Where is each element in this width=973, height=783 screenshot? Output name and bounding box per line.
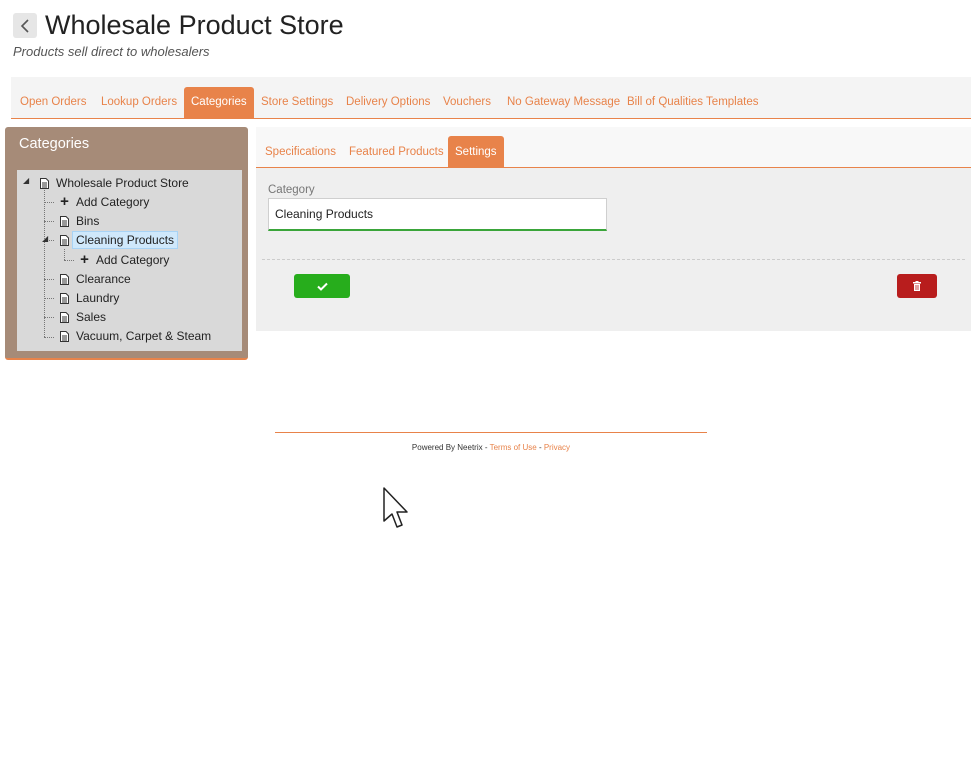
tab-no-gateway-message[interactable]: No Gateway Message xyxy=(500,87,627,118)
tree-node-cleaning-products[interactable]: Cleaning Products xyxy=(60,231,179,249)
collapse-toggle-icon[interactable]: ◢ xyxy=(42,234,48,243)
tree-node-root[interactable]: Wholesale Product Store xyxy=(40,174,189,192)
tree-connector xyxy=(64,249,65,260)
tree-node-label: Add Category xyxy=(96,253,170,267)
plus-icon: + xyxy=(60,193,69,210)
tree-node-bins[interactable]: Bins xyxy=(60,212,99,230)
settings-panel: Category xyxy=(256,168,971,331)
tab-specifications[interactable]: Specifications xyxy=(258,136,343,168)
privacy-link[interactable]: Privacy xyxy=(544,443,570,452)
category-field-label: Category xyxy=(268,184,315,196)
tab-settings[interactable]: Settings xyxy=(448,136,504,168)
tree-connector xyxy=(44,202,54,203)
main-tab-bar: Open Orders Lookup Orders Categories Sto… xyxy=(11,77,971,119)
footer-separator: - xyxy=(536,443,544,452)
tree-node-laundry[interactable]: Laundry xyxy=(60,289,119,307)
tree-node-label: Add Category xyxy=(76,195,150,209)
tab-lookup-orders[interactable]: Lookup Orders xyxy=(94,87,184,118)
tree-node-label: Clearance xyxy=(76,272,131,286)
tree-connector xyxy=(44,298,54,299)
tab-bill-of-qualities-templates[interactable]: Bill of Qualities Templates xyxy=(620,87,765,118)
tree-connector xyxy=(44,337,54,338)
mouse-cursor-icon xyxy=(383,487,408,528)
categories-panel: Categories ◢ Wholesale Product Store + A… xyxy=(5,127,248,360)
powered-by-text: Powered By Neetrix - xyxy=(411,443,490,452)
chevron-left-icon xyxy=(20,18,29,33)
tree-node-vacuum-carpet-steam[interactable]: Vacuum, Carpet & Steam xyxy=(60,327,211,345)
document-icon xyxy=(40,177,49,189)
category-tree: ◢ Wholesale Product Store + Add Category… xyxy=(17,170,242,351)
tree-connector xyxy=(64,260,74,261)
sub-tab-bar: Specifications Featured Products Setting… xyxy=(256,127,971,168)
delete-button[interactable] xyxy=(897,274,937,298)
categories-panel-title: Categories xyxy=(19,136,90,152)
tree-connector xyxy=(44,185,45,337)
tab-categories[interactable]: Categories xyxy=(184,87,254,118)
document-icon xyxy=(60,234,69,246)
tree-node-label: Vacuum, Carpet & Steam xyxy=(76,329,212,343)
document-icon xyxy=(60,330,69,342)
category-name-input[interactable] xyxy=(268,198,607,231)
tree-connector xyxy=(44,279,54,280)
document-icon xyxy=(60,311,69,323)
trash-icon xyxy=(913,281,921,291)
tree-node-label: Sales xyxy=(76,310,107,324)
document-icon xyxy=(60,273,69,285)
check-icon xyxy=(316,282,328,291)
tree-connector xyxy=(44,221,54,222)
tree-node-add-category-child[interactable]: + Add Category xyxy=(80,251,169,269)
plus-icon: + xyxy=(80,251,89,268)
tree-node-label: Laundry xyxy=(76,291,120,305)
tree-node-clearance[interactable]: Clearance xyxy=(60,270,131,288)
tree-node-sales[interactable]: Sales xyxy=(60,308,106,326)
footer: Powered By Neetrix - Terms of Use - Priv… xyxy=(275,443,707,452)
tab-delivery-options[interactable]: Delivery Options xyxy=(339,87,437,118)
save-button[interactable] xyxy=(294,274,350,298)
footer-divider xyxy=(275,432,707,433)
page-subtitle: Products sell direct to wholesalers xyxy=(13,44,210,59)
document-icon xyxy=(60,292,69,304)
tab-featured-products[interactable]: Featured Products xyxy=(342,136,451,168)
back-button[interactable] xyxy=(13,13,37,38)
tree-node-label: Wholesale Product Store xyxy=(56,176,189,190)
tree-node-label: Cleaning Products xyxy=(72,231,179,249)
page-title: Wholesale Product Store xyxy=(45,10,344,40)
tab-open-orders[interactable]: Open Orders xyxy=(13,87,93,118)
terms-of-use-link[interactable]: Terms of Use xyxy=(490,443,537,452)
tree-node-label: Bins xyxy=(76,214,100,228)
tree-connector xyxy=(44,317,54,318)
tree-node-add-category[interactable]: + Add Category xyxy=(60,193,149,211)
tab-store-settings[interactable]: Store Settings xyxy=(254,87,340,118)
tab-vouchers[interactable]: Vouchers xyxy=(436,87,498,118)
divider xyxy=(262,259,965,260)
document-icon xyxy=(60,215,69,227)
collapse-toggle-icon[interactable]: ◢ xyxy=(23,176,29,185)
